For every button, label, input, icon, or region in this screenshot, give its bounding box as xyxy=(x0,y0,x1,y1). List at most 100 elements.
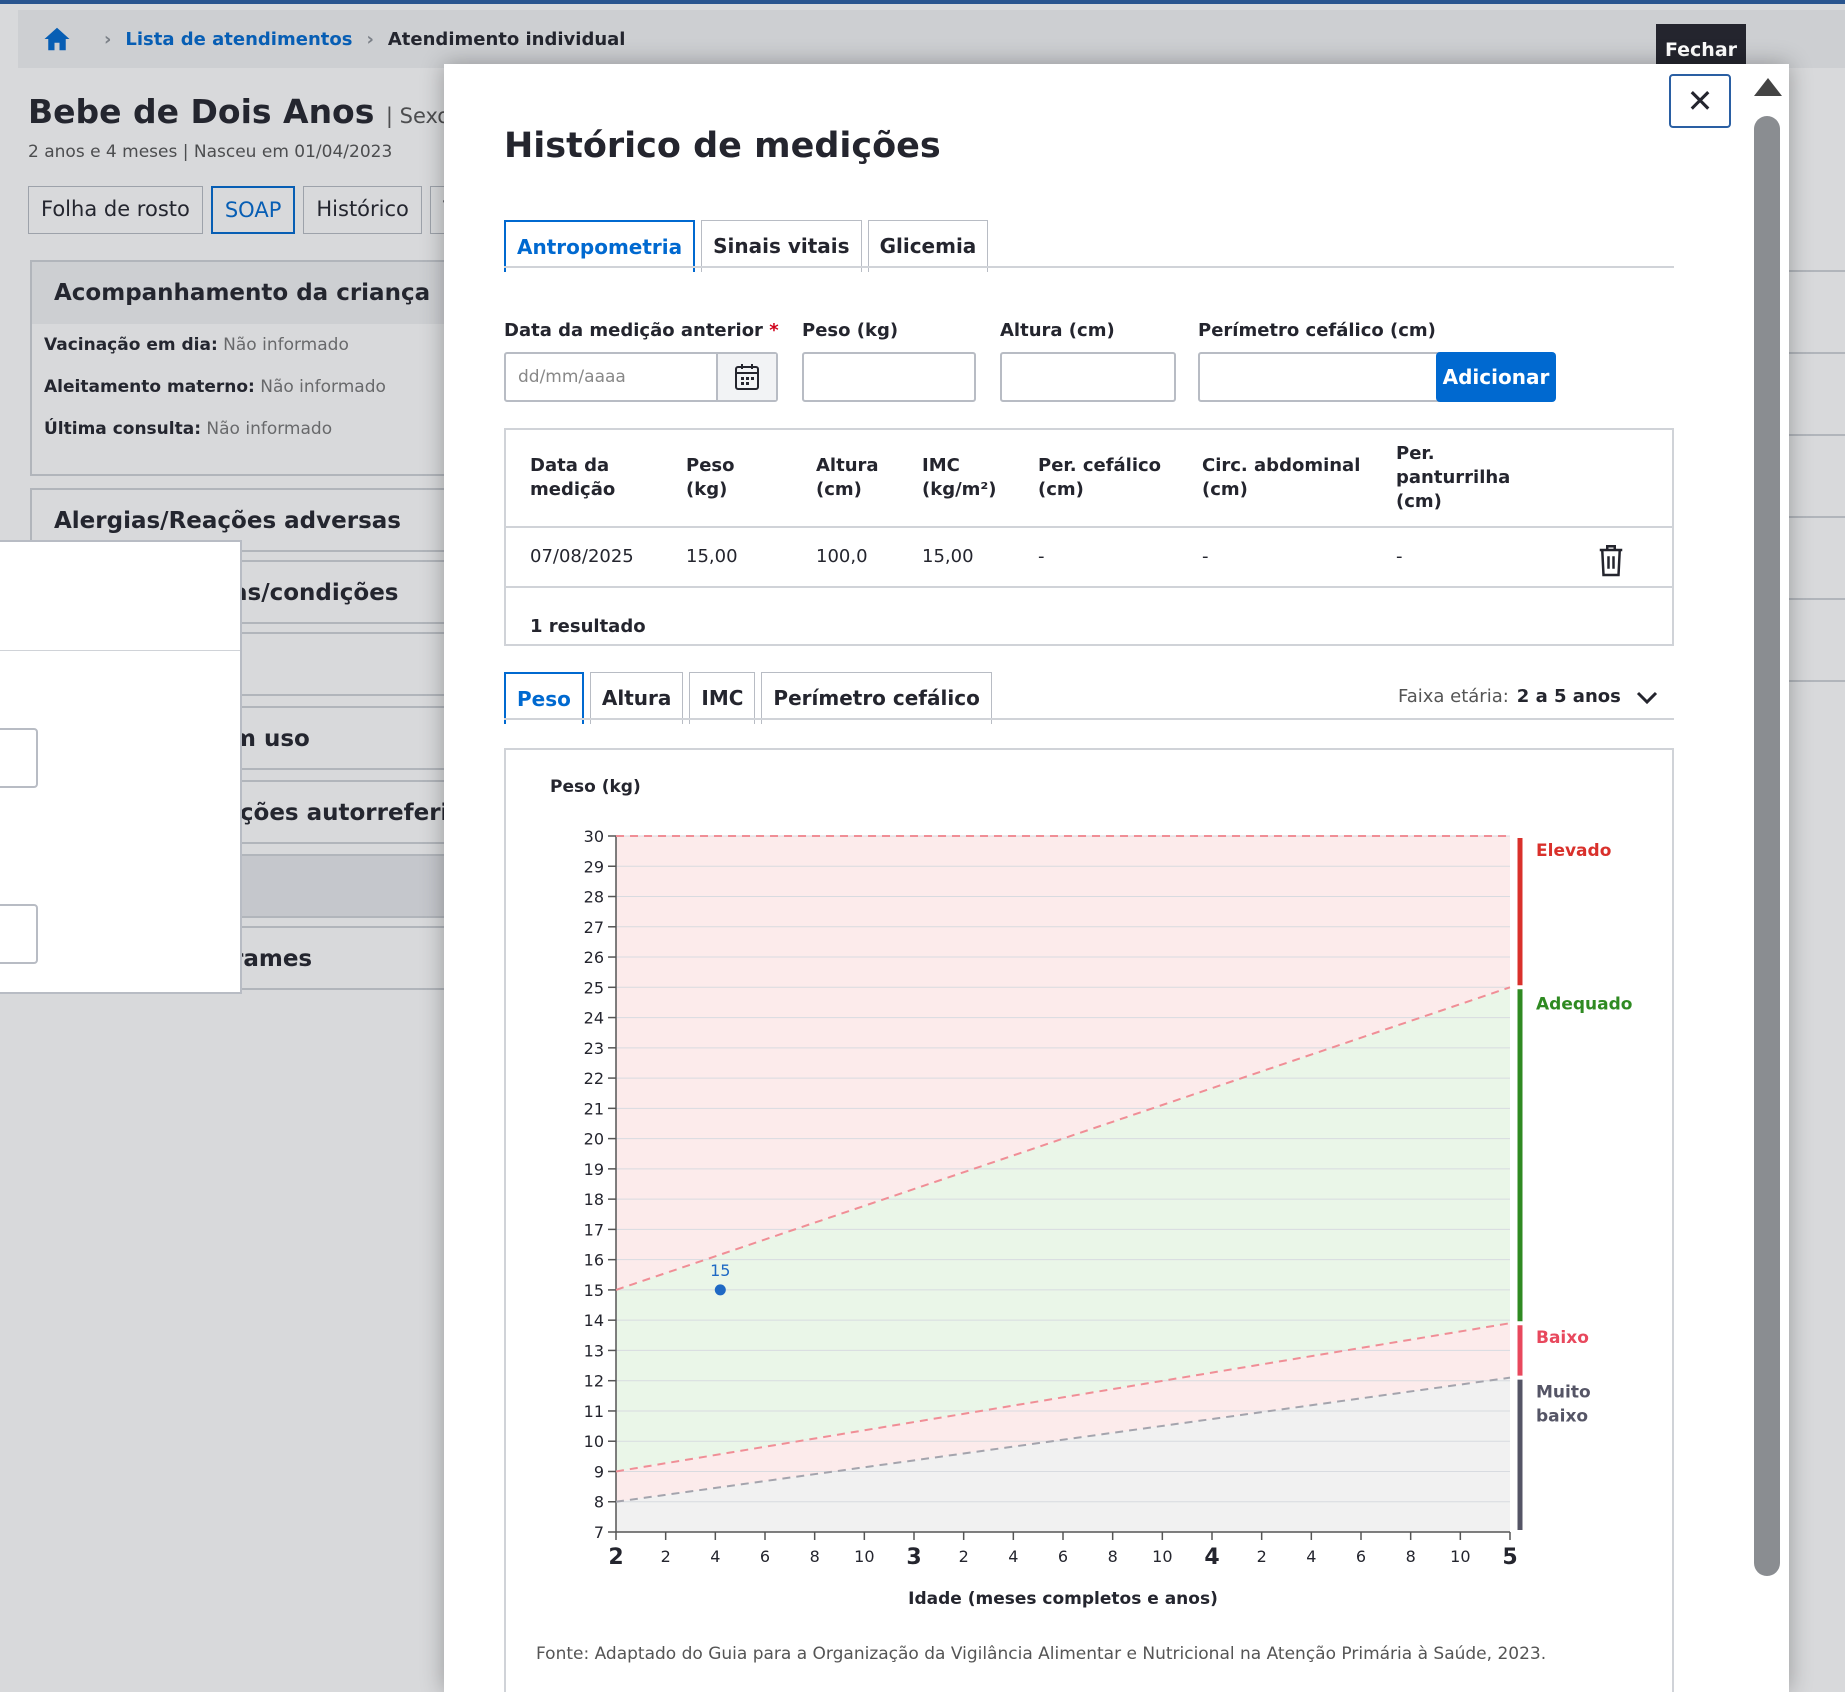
tab-sinais-vitais[interactable]: Sinais vitais xyxy=(701,220,862,272)
y-tick-label: 11 xyxy=(584,1402,604,1421)
y-tick-label: 28 xyxy=(584,888,604,907)
date-label: Data da medição anterior * xyxy=(504,320,779,341)
x-tick-label: 3 xyxy=(906,1545,921,1570)
perimetro-input[interactable] xyxy=(1198,352,1472,402)
x-tick-label: 10 xyxy=(854,1547,874,1566)
close-button[interactable]: ✕ xyxy=(1669,74,1731,128)
y-tick-label: 30 xyxy=(584,827,604,846)
tab-peso[interactable]: Peso xyxy=(504,672,584,724)
results-count: 1 resultado xyxy=(530,616,646,637)
y-tick-label: 15 xyxy=(584,1281,604,1300)
zone-label-elevado: Elevado xyxy=(1536,841,1611,861)
popover-input[interactable] xyxy=(0,904,38,964)
trash-icon[interactable] xyxy=(1596,542,1626,578)
faixa-etaria-value: 2 a 5 anos xyxy=(1516,686,1621,707)
popover-input[interactable] xyxy=(0,728,38,788)
zone-label-muito-baixo-2: baixo xyxy=(1536,1407,1588,1427)
x-tick-label: 2 xyxy=(1257,1547,1267,1566)
x-tick-label: 5 xyxy=(1502,1545,1517,1570)
zone-label-muito-baixo-1: Muito xyxy=(1536,1383,1591,1403)
scrollbar[interactable] xyxy=(1744,64,1784,1692)
x-tick-label: 2 xyxy=(661,1547,671,1566)
x-axis-title: Idade (meses completos e anos) xyxy=(908,1589,1218,1609)
cell-data: 07/08/2025 xyxy=(530,546,634,567)
col-per-panturrilha: Per. panturrilha (cm) xyxy=(1396,443,1511,512)
x-tick-label: 4 xyxy=(1008,1547,1018,1566)
table-divider xyxy=(506,526,1672,528)
y-tick-label: 14 xyxy=(584,1311,604,1330)
x-tick-label: 8 xyxy=(1406,1547,1416,1566)
x-tick-label: 10 xyxy=(1450,1547,1470,1566)
scrollbar-thumb[interactable] xyxy=(1754,116,1780,1576)
col-altura: Altura (cm) xyxy=(816,455,879,500)
peso-input[interactable] xyxy=(802,352,976,402)
x-tick-label: 8 xyxy=(1108,1547,1118,1566)
popover-divider xyxy=(0,650,240,651)
y-tick-label: 13 xyxy=(584,1341,604,1360)
date-input[interactable]: dd/mm/aaaa xyxy=(504,352,778,402)
chevron-down-icon[interactable] xyxy=(1634,686,1660,708)
y-tick-label: 27 xyxy=(584,918,604,937)
x-tick-label: 4 xyxy=(710,1547,720,1566)
x-tick-label: 4 xyxy=(1204,1545,1219,1570)
col-peso: Peso (kg) xyxy=(686,455,735,500)
tab-altura[interactable]: Altura xyxy=(589,672,684,724)
y-tick-label: 24 xyxy=(584,1009,604,1028)
altura-label: Altura (cm) xyxy=(1000,320,1115,341)
x-tick-label: 2 xyxy=(959,1547,969,1566)
y-tick-label: 20 xyxy=(584,1130,604,1149)
measure-tabs: Antropometria Sinais vitais Glicemia xyxy=(504,220,989,272)
faixa-etaria-select[interactable]: Faixa etária: 2 a 5 anos xyxy=(1398,686,1621,707)
tab-antropometria[interactable]: Antropometria xyxy=(504,220,696,272)
altura-input[interactable] xyxy=(1000,352,1176,402)
y-tick-label: 29 xyxy=(584,857,604,876)
y-tick-label: 26 xyxy=(584,948,604,967)
y-tick-label: 9 xyxy=(594,1462,604,1481)
chart-source: Fonte: Adaptado do Guia para a Organizaç… xyxy=(536,1644,1547,1664)
y-tick-label: 7 xyxy=(594,1523,604,1542)
col-per-cefalico: Per. cefálico (cm) xyxy=(1038,455,1162,500)
tab-perimetro-cefalico[interactable]: Perímetro cefálico xyxy=(761,672,992,724)
zone-label-adequado: Adequado xyxy=(1536,994,1632,1014)
y-tick-label: 23 xyxy=(584,1039,604,1058)
col-data: Data da medição xyxy=(530,455,616,500)
y-tick-label: 18 xyxy=(584,1190,604,1209)
cell-imc: 15,00 xyxy=(922,546,974,567)
cell-altura: 100,0 xyxy=(816,546,868,567)
x-tick-label: 2 xyxy=(608,1545,623,1570)
close-icon: ✕ xyxy=(1686,82,1714,120)
tabs-divider xyxy=(504,266,1674,268)
x-tick-label: 8 xyxy=(810,1547,820,1566)
cell-per-panturrilha: - xyxy=(1396,546,1403,567)
data-point xyxy=(714,1284,726,1296)
popover-panel xyxy=(0,540,242,994)
y-tick-label: 16 xyxy=(584,1251,604,1270)
y-tick-label: 21 xyxy=(584,1099,604,1118)
zone-label-baixo: Baixo xyxy=(1536,1328,1589,1348)
y-axis-title: Peso (kg) xyxy=(550,777,641,797)
x-tick-label: 4 xyxy=(1306,1547,1316,1566)
adicionar-button[interactable]: Adicionar xyxy=(1436,352,1556,402)
perimetro-label: Perímetro cefálico (cm) xyxy=(1198,320,1436,341)
cell-peso: 15,00 xyxy=(686,546,738,567)
calendar-icon[interactable] xyxy=(716,354,776,400)
x-tick-label: 6 xyxy=(760,1547,770,1566)
x-tick-label: 10 xyxy=(1152,1547,1172,1566)
scroll-up-icon[interactable] xyxy=(1754,78,1782,96)
y-tick-label: 17 xyxy=(584,1220,604,1239)
col-circ-abdominal: Circ. abdominal (cm) xyxy=(1202,455,1361,500)
y-tick-label: 8 xyxy=(594,1493,604,1512)
peso-label: Peso (kg) xyxy=(802,320,899,341)
y-tick-label: 25 xyxy=(584,978,604,997)
table-divider xyxy=(506,586,1672,588)
y-tick-label: 19 xyxy=(584,1160,604,1179)
col-imc: IMC (kg/m²) xyxy=(922,455,997,500)
y-tick-label: 10 xyxy=(584,1432,604,1451)
tab-imc[interactable]: IMC xyxy=(689,672,756,724)
growth-chart-container: 7 8 9 10 11 12 13 14 15 16 17 18 19 20 21 22 23 24 25 26 27 2… xyxy=(504,748,1674,1692)
tab-glicemia[interactable]: Glicemia xyxy=(867,220,989,272)
y-tick-label: 22 xyxy=(584,1069,604,1088)
x-tick-label: 6 xyxy=(1058,1547,1068,1566)
historico-medicoes-modal: ✕ Histórico de medições Antropometria Si… xyxy=(444,64,1789,1692)
data-point-label: 15 xyxy=(710,1261,730,1280)
